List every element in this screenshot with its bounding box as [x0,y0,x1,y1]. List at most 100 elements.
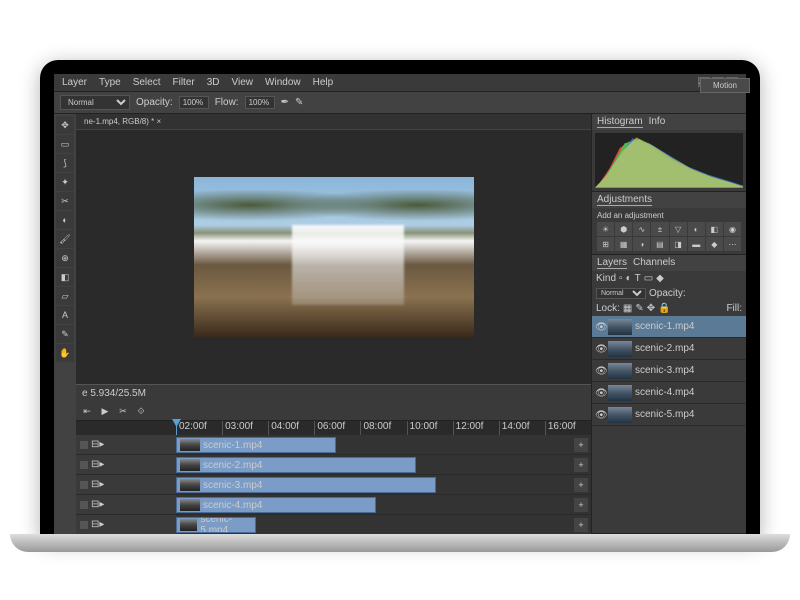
layer-row[interactable]: 👁 scenic-2.mp4 [592,338,746,360]
lasso-tool-icon[interactable]: ⟆ [56,154,74,172]
exposure-icon[interactable]: ± [651,222,668,236]
menu-select[interactable]: Select [133,77,161,88]
channel-mixer-icon[interactable]: ⊞ [597,237,614,251]
layer-row[interactable]: 👁 scenic-4.mp4 [592,382,746,404]
menu-filter[interactable]: Filter [173,77,195,88]
type-tool-icon[interactable]: A [56,306,74,324]
filter-adjust-icon[interactable]: ◐ [626,273,632,284]
layer-row[interactable]: 👁 scenic-5.mp4 [592,404,746,426]
tools-palette: ✥ ▭ ⟆ ✦ ✂ ◐ 🖌 ⊕ ◧ ▱ A ✎ ✋ [54,114,76,534]
gradient-map-icon[interactable]: ▬ [688,237,705,251]
lock-transparency-icon[interactable]: ▦ [623,303,632,314]
track-header[interactable]: ⊟▸ [76,455,176,474]
pen-tool-icon[interactable]: ✎ [56,325,74,343]
menu-type[interactable]: Type [99,77,121,88]
more-icon[interactable]: ⋯ [724,237,741,251]
levels-icon[interactable]: ⬢ [615,222,632,236]
layer-opacity-label: Opacity: [649,288,686,299]
track-toggle-icon[interactable] [80,481,88,489]
photo-filter-icon[interactable]: ◉ [724,222,741,236]
curves-icon[interactable]: ∿ [633,222,650,236]
playhead[interactable] [176,421,177,435]
brush-tool-icon[interactable]: 🖌 [56,230,74,248]
track-toggle-icon[interactable] [80,501,88,509]
tab-layers[interactable]: Layers [597,257,627,269]
tab-adjustments[interactable]: Adjustments [597,194,652,206]
video-clip[interactable]: scenic-3.mp4 [176,477,436,493]
vibrance-icon[interactable]: ▽ [670,222,687,236]
scissors-icon[interactable]: ✂ [116,404,130,418]
play-button[interactable]: ▶ [98,404,112,418]
layer-row[interactable]: 👁 scenic-1.mp4 [592,316,746,338]
lock-position-icon[interactable]: ✥ [647,303,655,314]
video-clip[interactable]: scenic-1.mp4 [176,437,336,453]
track-header[interactable]: ⊟▸ [76,515,176,534]
filter-pixel-icon[interactable]: ▫ [619,273,623,284]
flow-input[interactable] [245,96,275,109]
tab-info[interactable]: Info [649,116,666,128]
filter-shape-icon[interactable]: ▭ [644,273,653,284]
tab-histogram[interactable]: Histogram [597,116,643,128]
stamp-tool-icon[interactable]: ⊕ [56,249,74,267]
menu-3d[interactable]: 3D [207,77,220,88]
add-track-button[interactable]: + [574,458,588,472]
track-toggle-icon[interactable] [80,521,88,529]
marquee-tool-icon[interactable]: ▭ [56,135,74,153]
threshold-icon[interactable]: ◨ [670,237,687,251]
timeline-tracks: ⊟▸ scenic-1.mp4 + ⊟▸ scenic-2.mp4 + ⊟▸ s… [76,435,591,534]
timeline-ruler[interactable]: 02:00f 03:00f 04:00f 06:00f 08:00f 10:00… [76,421,591,435]
eraser-tool-icon[interactable]: ◧ [56,268,74,286]
hand-tool-icon[interactable]: ✋ [56,344,74,362]
menu-window[interactable]: Window [265,77,301,88]
video-clip[interactable]: scenic-2.mp4 [176,457,416,473]
add-track-button[interactable]: + [574,478,588,492]
video-clip[interactable]: scenic-4.mp4 [176,497,376,513]
selective-color-icon[interactable]: ◆ [706,237,723,251]
canvas[interactable] [76,130,591,384]
crop-tool-icon[interactable]: ✂ [56,192,74,210]
blend-mode-select[interactable]: Normal [60,95,130,110]
menu-layer[interactable]: Layer [62,77,87,88]
layer-blend-select[interactable]: Normal [596,288,646,299]
hue-icon[interactable]: ◐ [688,222,705,236]
layer-row[interactable]: 👁 scenic-3.mp4 [592,360,746,382]
document-tab[interactable]: ne-1.mp4, RGB/8) * × [76,114,591,130]
tab-channels[interactable]: Channels [633,257,675,269]
invert-icon[interactable]: ◑ [633,237,650,251]
transition-icon[interactable]: ⟐ [134,404,148,418]
video-clip[interactable]: scenic-5.mp4 [176,517,256,533]
track-toggle-icon[interactable] [80,461,88,469]
track-header[interactable]: ⊟▸ [76,475,176,494]
add-track-button[interactable]: + [574,498,588,512]
add-track-button[interactable]: + [574,518,588,532]
visibility-icon[interactable]: 👁 [595,344,605,354]
eyedropper-tool-icon[interactable]: ◐ [56,211,74,229]
posterize-icon[interactable]: ▤ [651,237,668,251]
menu-view[interactable]: View [232,77,254,88]
lock-all-icon[interactable]: 🔒 [658,303,670,314]
track-header[interactable]: ⊟▸ [76,435,176,454]
filter-smart-icon[interactable]: ◆ [656,273,664,284]
gradient-tool-icon[interactable]: ▱ [56,287,74,305]
motion-workspace-button[interactable]: Motion [700,78,746,93]
visibility-icon[interactable]: 👁 [595,410,605,420]
brightness-icon[interactable]: ☀ [597,222,614,236]
first-frame-button[interactable]: ⇤ [80,404,94,418]
visibility-icon[interactable]: 👁 [595,388,605,398]
menu-help[interactable]: Help [313,77,334,88]
airbrush-icon[interactable]: ✒ [281,97,289,108]
bw-icon[interactable]: ◧ [706,222,723,236]
main-area: ✥ ▭ ⟆ ✦ ✂ ◐ 🖌 ⊕ ◧ ▱ A ✎ ✋ ne-1.mp4, RGB/… [54,114,746,534]
track-header[interactable]: ⊟▸ [76,495,176,514]
opacity-input[interactable] [179,96,209,109]
add-track-button[interactable]: + [574,438,588,452]
visibility-icon[interactable]: 👁 [595,366,605,376]
lock-pixels-icon[interactable]: ✎ [635,303,643,314]
track-toggle-icon[interactable] [80,441,88,449]
color-lookup-icon[interactable]: ▦ [615,237,632,251]
filter-type-icon[interactable]: T [635,273,641,284]
move-tool-icon[interactable]: ✥ [56,116,74,134]
wand-tool-icon[interactable]: ✦ [56,173,74,191]
tablet-pressure-icon[interactable]: ✎ [295,97,303,108]
visibility-icon[interactable]: 👁 [595,322,605,332]
